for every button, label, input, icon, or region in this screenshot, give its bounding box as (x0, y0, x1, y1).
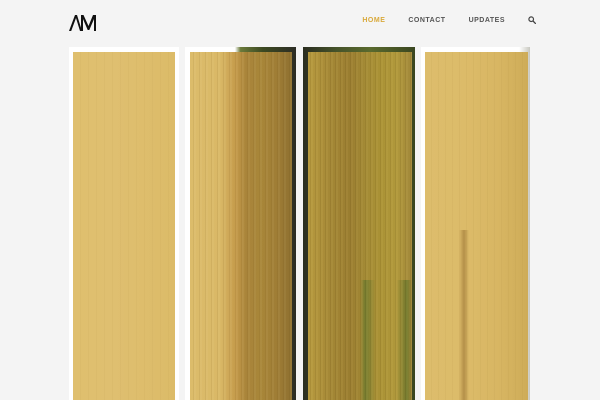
search-icon[interactable] (528, 16, 536, 24)
nav-item-updates[interactable]: UPDATES (469, 17, 505, 24)
gallery-image-4 (425, 52, 528, 400)
main-nav: HOME CONTACT UPDATES (339, 16, 536, 24)
gallery-image-2 (190, 52, 292, 400)
gallery-panel-3[interactable] (303, 47, 415, 400)
gallery-image-3 (308, 52, 412, 400)
nav-item-contact[interactable]: CONTACT (408, 17, 445, 24)
logo[interactable] (69, 11, 97, 31)
site-header: HOME CONTACT UPDATES (0, 0, 600, 42)
gallery-panel-4[interactable] (421, 47, 530, 400)
am-logo-icon (69, 15, 96, 31)
nav-item-home[interactable]: HOME (362, 17, 385, 24)
gallery-image-1 (73, 52, 175, 400)
gallery-panel-1[interactable] (69, 47, 179, 400)
gallery-panel-2[interactable] (185, 47, 296, 400)
